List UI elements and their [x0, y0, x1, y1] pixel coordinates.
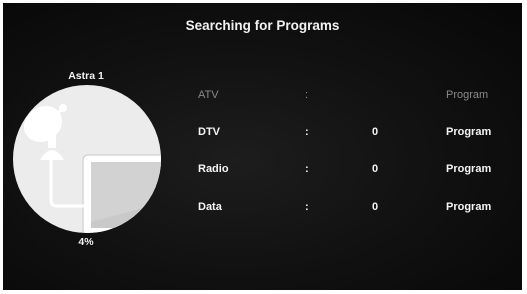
row-unit: Program	[446, 126, 492, 138]
row-separator: :	[305, 89, 309, 101]
row-separator: :	[305, 126, 309, 138]
row-separator: :	[305, 163, 309, 175]
row-separator: :	[305, 201, 309, 213]
search-illustration	[10, 82, 165, 242]
row-count: 0	[372, 201, 379, 213]
row-count: 0	[372, 126, 379, 138]
row-unit: Program	[446, 201, 492, 213]
result-row-atv: ATV : Program	[3, 89, 522, 105]
row-count: 0	[372, 163, 379, 175]
row-label: Data	[198, 201, 222, 213]
result-row-radio: Radio : 0 Program	[3, 163, 522, 179]
satellite-name: Astra 1	[68, 70, 104, 82]
result-row-dtv: DTV : 0 Program	[3, 126, 522, 142]
result-row-data: Data : 0 Program	[3, 201, 522, 217]
row-unit: Program	[446, 163, 492, 175]
row-label: DTV	[198, 126, 220, 138]
row-label: ATV	[198, 89, 219, 101]
row-label: Radio	[198, 163, 229, 175]
search-screen: Searching for Programs Astra 1 4% ATV: …	[3, 3, 522, 290]
progress-percent: 4%	[78, 236, 94, 248]
page-title: Searching for Programs	[185, 18, 340, 33]
row-unit: Program	[446, 89, 489, 101]
